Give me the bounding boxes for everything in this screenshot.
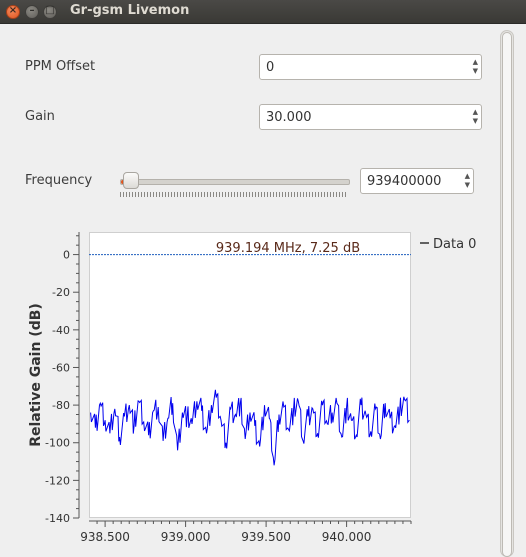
peak-annotation: 939.194 MHz, 7.25 dB [216, 241, 360, 256]
x-tick-label: 939.500 [241, 530, 291, 544]
y-tick-label: -140 [45, 512, 70, 525]
series-line-data-0 [90, 389, 410, 466]
y-tick-label: -80 [52, 399, 70, 412]
y-tick-label: -120 [45, 474, 70, 487]
x-tick-label: 938.500 [80, 530, 130, 544]
y-tick-label: -60 [52, 361, 70, 374]
y-tick-label: -20 [52, 286, 70, 299]
x-tick-label: 940.000 [322, 530, 372, 544]
y-tick-label: 0 [63, 249, 70, 262]
legend-label: Data 0 [433, 237, 476, 252]
y-tick-label: -40 [52, 324, 70, 337]
y-axis-label: Relative Gain (dB) [28, 303, 44, 447]
vertical-scrollbar[interactable] [500, 30, 514, 557]
y-tick-label: -100 [45, 437, 70, 450]
spectrum-chart: 0 -20 -40 -60 -80 -100 -120 -140 938.500 939.000 9… [28, 232, 476, 544]
x-tick-label: 939.000 [161, 530, 211, 544]
scrollbar-thumb[interactable] [502, 32, 512, 557]
